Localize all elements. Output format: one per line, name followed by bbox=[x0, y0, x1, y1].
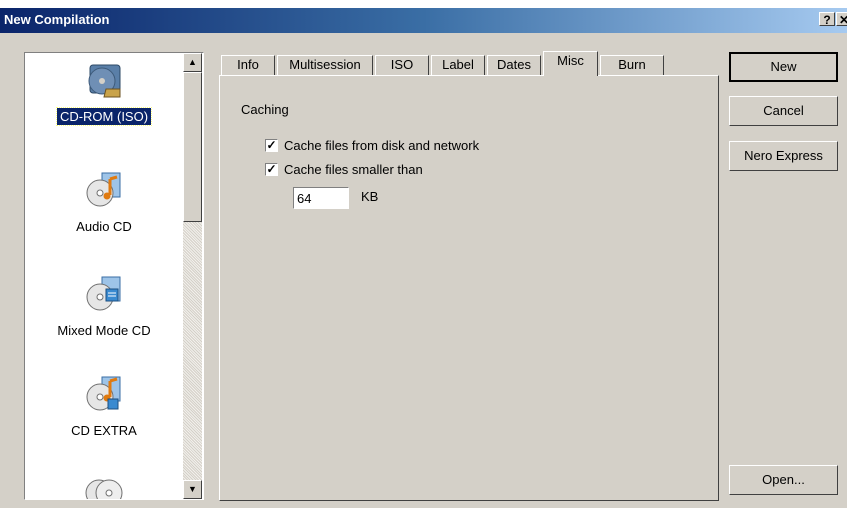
cache-from-disk-label: Cache files from disk and network bbox=[284, 138, 480, 153]
list-scrollbar[interactable]: ▲ ▼ bbox=[183, 53, 202, 499]
list-item-label: Audio CD bbox=[76, 219, 132, 234]
list-item-cd-rom-iso[interactable]: CD-ROM (ISO) bbox=[25, 61, 183, 131]
scroll-thumb[interactable] bbox=[183, 72, 202, 222]
new-button[interactable]: New bbox=[729, 52, 838, 82]
cancel-button[interactable]: Cancel bbox=[729, 96, 838, 126]
audio-cd-icon bbox=[86, 172, 121, 207]
tab-dates[interactable]: Dates bbox=[487, 55, 541, 75]
compilation-type-list[interactable]: CD-ROM (ISO) Audio CD Mixed Mode CD CD E… bbox=[24, 52, 204, 500]
list-item-label: Mixed Mode CD bbox=[57, 323, 151, 338]
cache-size-input[interactable] bbox=[293, 187, 349, 209]
close-button[interactable]: ✕ bbox=[836, 12, 847, 26]
scroll-down-button[interactable]: ▼ bbox=[183, 480, 202, 499]
cache-from-disk-checkbox[interactable]: ✓ bbox=[265, 139, 278, 152]
cd-extra-icon bbox=[86, 376, 121, 411]
tab-info[interactable]: Info bbox=[221, 55, 275, 75]
nero-express-button[interactable]: Nero Express bbox=[729, 141, 838, 171]
list-item-cd-extra[interactable]: CD EXTRA bbox=[25, 375, 183, 445]
cache-smaller-label: Cache files smaller than bbox=[284, 162, 423, 177]
list-item-disc-copy[interactable] bbox=[25, 473, 183, 499]
list-item-mixed-mode-cd[interactable]: Mixed Mode CD bbox=[25, 275, 183, 345]
window-title: New Compilation bbox=[4, 12, 110, 27]
disc-copy-icon bbox=[85, 479, 123, 499]
new-compilation-dialog: New Compilation ? ✕ CD-ROM (ISO) Audio C… bbox=[0, 8, 847, 508]
mixed-mode-cd-icon bbox=[86, 276, 121, 311]
scroll-up-button[interactable]: ▲ bbox=[183, 53, 202, 72]
misc-tab-panel: Caching ✓ Cache files from disk and netw… bbox=[219, 75, 719, 501]
tab-misc[interactable]: Misc bbox=[543, 51, 598, 76]
list-item-audio-cd[interactable]: Audio CD bbox=[25, 171, 183, 241]
tab-burn[interactable]: Burn bbox=[600, 55, 664, 75]
cd-rom-iso-icon bbox=[88, 64, 121, 98]
tab-iso[interactable]: ISO bbox=[375, 55, 429, 75]
tab-label[interactable]: Label bbox=[431, 55, 485, 75]
list-item-label: CD EXTRA bbox=[71, 423, 137, 438]
list-item-label: CD-ROM (ISO) bbox=[55, 107, 153, 126]
title-bar[interactable]: New Compilation ? ✕ bbox=[0, 8, 847, 33]
tab-multisession[interactable]: Multisession bbox=[277, 55, 373, 75]
help-button[interactable]: ? bbox=[819, 12, 835, 26]
open-button[interactable]: Open... bbox=[729, 465, 838, 495]
cache-smaller-checkbox[interactable]: ✓ bbox=[265, 163, 278, 176]
cache-size-unit: KB bbox=[361, 189, 379, 204]
caching-group-label: Caching bbox=[241, 102, 289, 117]
